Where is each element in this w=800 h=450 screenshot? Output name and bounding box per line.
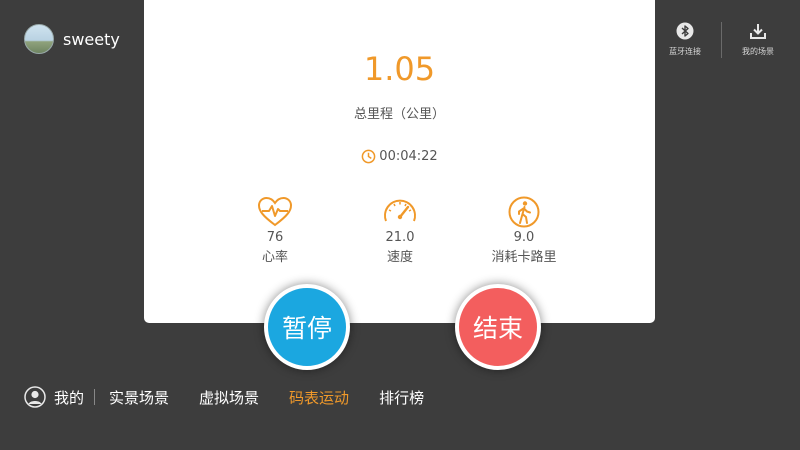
stat-calories: 9.0 消耗卡路里 — [469, 196, 579, 265]
my-scenes-label: 我的场景 — [742, 47, 774, 56]
workout-card: 1.05 总里程（公里） 00:04:22 76 心率 21.0 速度 9.0 … — [144, 0, 655, 323]
speed-value: 21.0 — [385, 230, 415, 245]
heart-rate-label: 心率 — [261, 250, 288, 265]
walker-icon — [508, 196, 540, 228]
pause-button[interactable]: 暂停 — [264, 284, 350, 370]
nav-item-odometer[interactable]: 码表运动 — [289, 387, 349, 408]
end-button[interactable]: 结束 — [455, 284, 541, 370]
elapsed-time-value: 00:04:22 — [379, 149, 438, 164]
calories-label: 消耗卡路里 — [491, 250, 557, 265]
heart-rate-icon — [257, 196, 293, 227]
nav-me-label: 我的 — [54, 388, 85, 407]
speed-label: 速度 — [386, 250, 413, 265]
stat-heart-rate: 76 心率 — [220, 196, 330, 265]
bluetooth-icon — [676, 22, 694, 40]
avatar[interactable] — [24, 24, 54, 54]
user-profile[interactable]: sweety — [24, 24, 120, 54]
stat-speed: 21.0 速度 — [345, 196, 455, 265]
nav-item-real-scene[interactable]: 实景场景 — [109, 387, 169, 408]
download-icon — [750, 24, 766, 39]
bluetooth-button[interactable]: 蓝牙连接 — [661, 22, 709, 57]
calories-value: 9.0 — [513, 230, 535, 245]
toolbar-divider — [721, 22, 722, 58]
username: sweety — [63, 29, 120, 49]
clock-icon — [361, 149, 376, 164]
distance-value: 1.05 — [363, 50, 436, 88]
bluetooth-label: 蓝牙连接 — [669, 47, 701, 56]
top-right-toolbar: 蓝牙连接 我的场景 — [661, 22, 782, 58]
distance-label: 总里程（公里） — [353, 107, 445, 122]
nav-item-leaderboard[interactable]: 排行榜 — [379, 387, 424, 408]
bottom-nav: 我的 实景场景 虚拟场景 码表运动 排行榜 — [24, 386, 454, 408]
speedometer-icon — [384, 199, 416, 222]
elapsed-time: 00:04:22 — [144, 149, 655, 164]
nav-divider — [94, 389, 96, 405]
user-icon — [24, 386, 46, 408]
nav-me[interactable]: 我的 — [24, 386, 84, 408]
heart-rate-value: 76 — [266, 230, 284, 245]
my-scenes-button[interactable]: 我的场景 — [734, 22, 782, 57]
nav-item-virtual-scene[interactable]: 虚拟场景 — [199, 387, 259, 408]
